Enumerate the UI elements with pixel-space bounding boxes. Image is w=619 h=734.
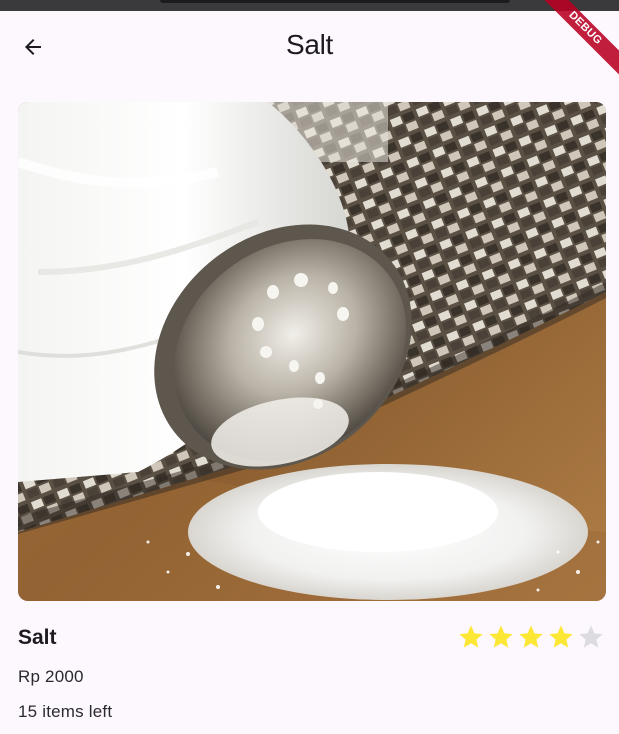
- page-title: Salt: [285, 29, 334, 60]
- product-image: [18, 102, 606, 601]
- product-price: Rp 2000: [18, 667, 84, 686]
- status-bar: [0, 0, 619, 11]
- rating-stars: [457, 622, 605, 652]
- star-icon-3: [519, 625, 543, 648]
- status-notch: [160, 0, 510, 3]
- product-name: Salt: [18, 626, 57, 649]
- star-icon-2: [489, 625, 513, 648]
- salt-shaker-photo: [18, 102, 606, 601]
- app-bar: Salt: [0, 11, 619, 83]
- star-icon-4: [549, 625, 573, 648]
- star-icon-1: [459, 625, 483, 648]
- star-icon-5: [579, 625, 603, 648]
- product-stock: 15 items left: [18, 702, 113, 721]
